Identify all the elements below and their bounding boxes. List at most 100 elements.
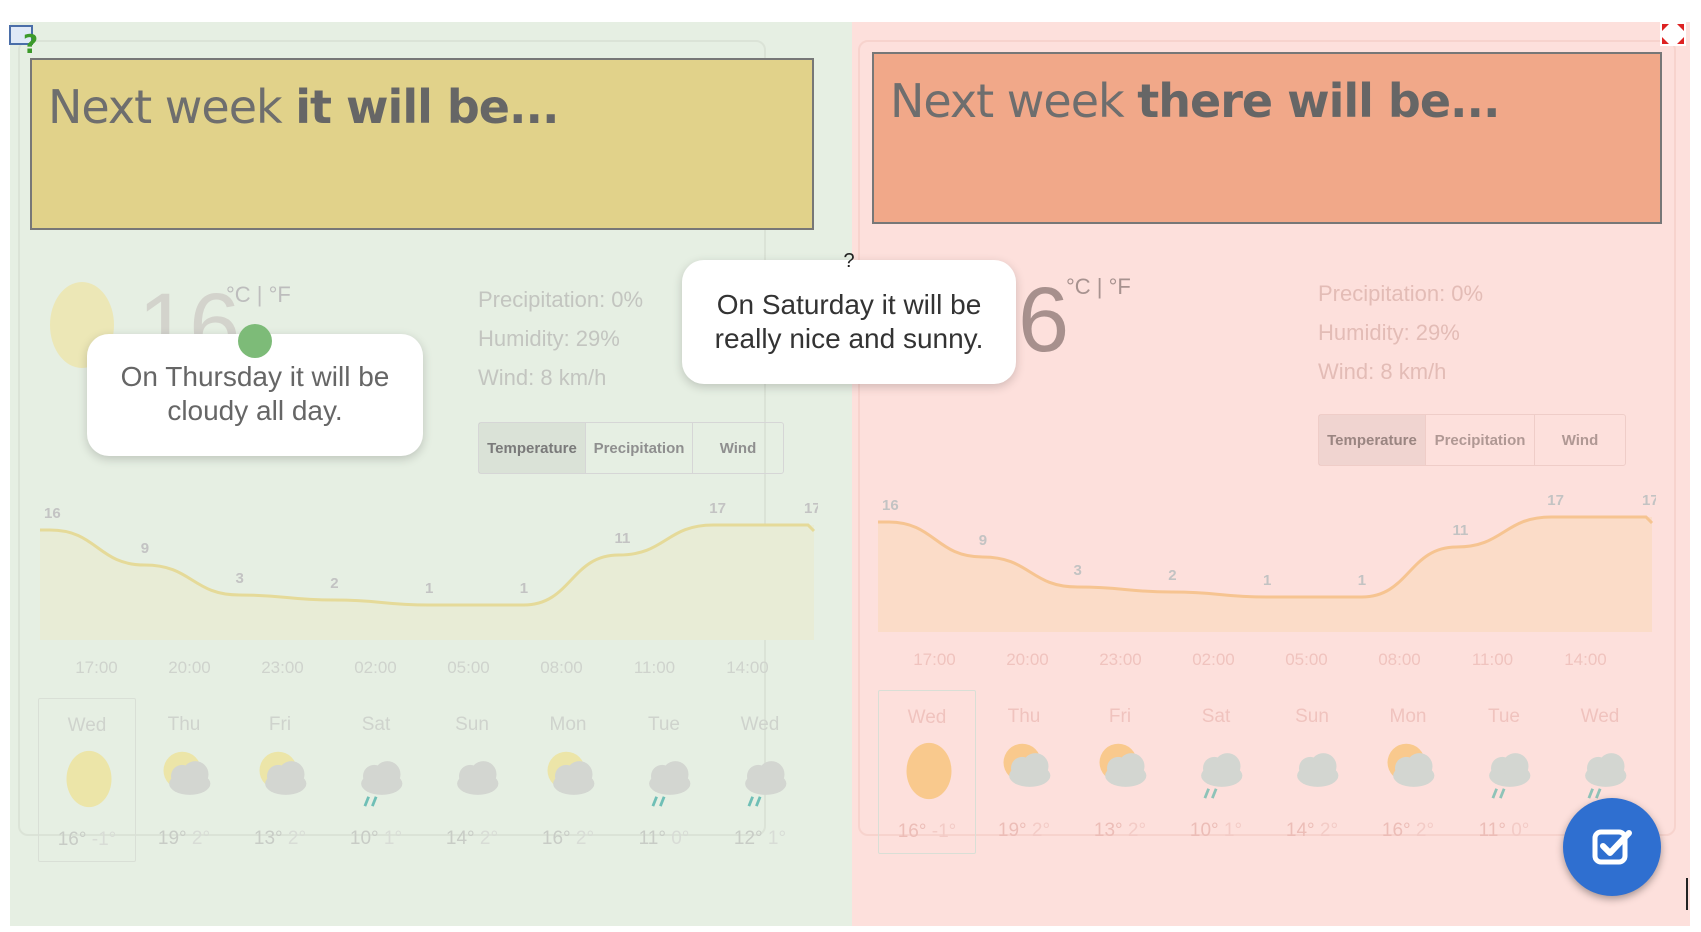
tab-precipitation[interactable]: Precipitation	[1426, 415, 1535, 465]
day-name: Wed	[907, 707, 947, 728]
temperature-chart: 1693 2 1 11117 17	[878, 492, 1656, 632]
high-temp: 16°	[541, 828, 571, 849]
chart-tabs: Temperature Precipitation Wind	[1318, 414, 1626, 466]
hour-label: 14:00	[1564, 650, 1607, 669]
forecast-day-wed[interactable]: Wed 16° -1°	[878, 690, 976, 854]
right-panel: Next week there will be... 6 °C | °F Pre…	[852, 22, 1690, 926]
low-temp: 2°	[479, 828, 499, 849]
rain-cloud-icon	[361, 761, 403, 807]
help-icon[interactable]: ?	[9, 22, 43, 54]
temperature-range: 19° 2°	[136, 828, 232, 850]
temperature-range: 11° 0°	[1456, 820, 1552, 842]
saturday-tooltip: ? On Saturday it will be really nice and…	[682, 251, 1016, 384]
tab-temperature[interactable]: Temperature	[479, 423, 586, 473]
day-name: Thu	[1007, 706, 1041, 727]
right-title: Next week there will be...	[890, 74, 1500, 128]
high-temp: 14°	[1285, 820, 1315, 841]
cloud-icon	[1297, 753, 1339, 787]
high-temp: 11°	[638, 828, 666, 849]
unit-toggle[interactable]: °C | °F	[226, 282, 291, 308]
rain-cloud-icon	[649, 761, 691, 807]
forecast-day-tue[interactable]: Tue 11° 0°	[1456, 690, 1552, 852]
low-temp: 2°	[191, 828, 211, 849]
tooltip-marker-question[interactable]: ?	[682, 251, 1016, 271]
rain-cloud-icon	[745, 761, 787, 807]
wind-stat: Wind: 8 km/h	[478, 365, 607, 390]
low-temp: 2°	[1415, 820, 1435, 841]
forecast-day-sat[interactable]: Sat 10° 1°	[328, 698, 424, 860]
rain-cloud-icon	[1201, 753, 1243, 799]
forecast-day-thu[interactable]: Thu 19° 2°	[976, 690, 1072, 852]
forecast-day-sun[interactable]: Sun 14° 2°	[424, 698, 520, 860]
partly-cloudy-icon	[163, 751, 211, 795]
hour-label: 14:00	[726, 658, 769, 677]
day-name: Sat	[361, 714, 391, 735]
forecast-day-fri[interactable]: Fri 13° 2°	[1072, 690, 1168, 852]
high-temp: 10°	[1189, 820, 1219, 841]
hour-label: 17:00	[75, 658, 118, 677]
forecast-day-sat[interactable]: Sat 10° 1°	[1168, 690, 1264, 852]
precipitation-stat: Precipitation: 0%	[1318, 281, 1484, 306]
unit-toggle[interactable]: °C | °F	[1066, 274, 1131, 300]
day-name: Fri	[1108, 706, 1132, 727]
high-temp: 14°	[445, 828, 475, 849]
high-temp: 19°	[997, 820, 1027, 841]
rain-cloud-icon	[1585, 753, 1627, 799]
forecast-day-mon[interactable]: Mon 16° 2°	[520, 698, 616, 860]
hour-label: 05:00	[1285, 650, 1328, 669]
hour-label: 20:00	[1006, 650, 1049, 669]
temperature-range: 10° 1°	[328, 828, 424, 850]
data-label: 9	[141, 540, 149, 557]
wind-stat: Wind: 8 km/h	[1318, 359, 1447, 384]
high-temp: 19°	[157, 828, 187, 849]
tab-precipitation[interactable]: Precipitation	[586, 423, 693, 473]
weather-stats: Precipitation: 0% Humidity: 29% Wind: 8 …	[1318, 274, 1483, 391]
data-label: 11	[1453, 522, 1469, 539]
tab-wind[interactable]: Wind	[693, 423, 783, 473]
data-label: 3	[1074, 562, 1082, 579]
tab-wind[interactable]: Wind	[1535, 415, 1625, 465]
temperature-range: 13° 2°	[1072, 820, 1168, 842]
low-temp: 2°	[575, 828, 595, 849]
temperature-range: 10° 1°	[1168, 820, 1264, 842]
forecast-day-sun[interactable]: Sun 14° 2°	[1264, 690, 1360, 852]
day-name: Tue	[1487, 706, 1521, 727]
tooltip-marker[interactable]	[238, 324, 272, 358]
forecast-day-thu[interactable]: Thu 19° 2°	[136, 698, 232, 860]
forecast-day-tue[interactable]: Tue 11° 0°	[616, 698, 712, 860]
low-temp: 2°	[1031, 820, 1051, 841]
day-name: Wed	[740, 714, 780, 735]
data-label: 1	[425, 580, 433, 597]
fullscreen-icon[interactable]	[1660, 22, 1686, 46]
hour-label: 11:00	[1471, 650, 1514, 669]
temperature-range: 16° 2°	[1360, 820, 1456, 842]
low-temp: 2°	[1319, 820, 1339, 841]
forecast-day-mon[interactable]: Mon 16° 2°	[1360, 690, 1456, 852]
high-temp: 16°	[1381, 820, 1411, 841]
left-panel: Next week it will be... 16 °C | °F Preci…	[10, 22, 852, 926]
forecast-day-fri[interactable]: Fri 13° 2°	[232, 698, 328, 860]
right-title-box[interactable]: Next week there will be...	[872, 52, 1662, 224]
check-button[interactable]	[1563, 798, 1661, 896]
left-title-box[interactable]: Next week it will be...	[30, 58, 814, 230]
hour-label: 02:00	[354, 658, 397, 677]
temperature-range: 16° -1°	[879, 821, 975, 843]
low-temp: 2°	[1127, 820, 1147, 841]
humidity-stat: Humidity: 29%	[478, 326, 620, 351]
high-temp: 13°	[1093, 820, 1123, 841]
hour-label: 08:00	[1378, 650, 1421, 669]
data-label: 11	[615, 530, 631, 547]
forecast-day-wed[interactable]: Wed 12° 1°	[712, 698, 808, 860]
partly-cloudy-icon	[259, 751, 307, 795]
precipitation-stat: Precipitation: 0%	[478, 287, 644, 312]
rain-cloud-icon	[1489, 753, 1531, 799]
low-temp: -1°	[91, 829, 117, 850]
day-name: Sun	[455, 714, 489, 735]
forecast-day-wed[interactable]: Wed 16° -1°	[38, 698, 136, 862]
daily-forecast: Wed 16° -1° Thu 19° 2° Fri 13° 2° Sat 10° 1…	[878, 690, 1648, 854]
temperature-range: 13° 2°	[232, 828, 328, 850]
hour-axis: 17:00 20:00 23:00 02:00 05:00 08:00 11:00 14:00	[50, 658, 794, 678]
data-label: 17	[1547, 492, 1564, 509]
low-temp: 0°	[1511, 820, 1530, 841]
tab-temperature[interactable]: Temperature	[1319, 415, 1426, 465]
